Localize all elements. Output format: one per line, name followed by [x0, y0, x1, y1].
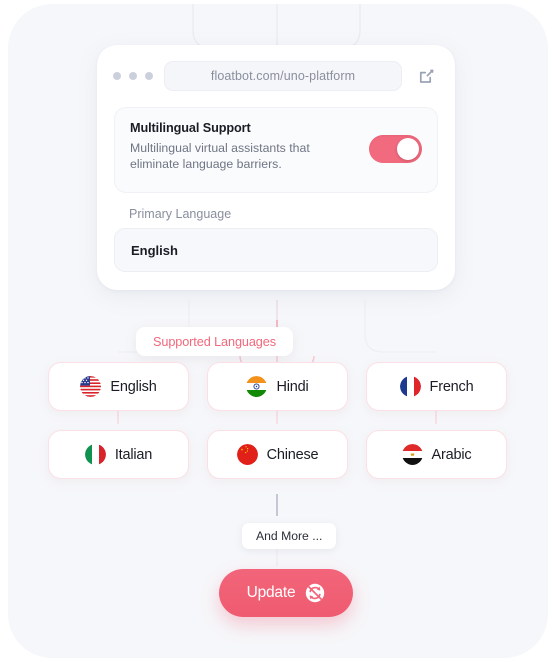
primary-language-value: English	[131, 242, 178, 258]
primary-language-label: Primary Language	[129, 207, 232, 221]
language-card-italian[interactable]: Italian	[48, 430, 189, 479]
window-control-dots	[113, 72, 153, 80]
flag-in-icon	[246, 376, 268, 397]
flag-fr-icon	[399, 376, 421, 397]
language-name: Hindi	[276, 378, 309, 395]
flag-us-icon	[80, 376, 102, 397]
flag-eg-icon	[401, 444, 423, 465]
external-link-icon[interactable]	[413, 63, 439, 89]
app-stage: floatbot.com/uno-platform Multilingual S…	[8, 4, 548, 658]
multilingual-description: Multilingual virtual assistants that eli…	[130, 141, 310, 171]
language-card-french[interactable]: French	[366, 362, 507, 411]
window-dot	[145, 72, 153, 80]
language-card-english[interactable]: English	[48, 362, 189, 411]
primary-language-select[interactable]: English	[114, 228, 438, 272]
supported-languages-label: Supported Languages	[153, 334, 276, 349]
language-card-hindi[interactable]: Hindi	[207, 362, 348, 411]
supported-languages-pill: Supported Languages	[136, 327, 293, 356]
language-name: French	[429, 378, 474, 395]
browser-window-card: floatbot.com/uno-platform Multilingual S…	[97, 45, 455, 290]
language-card-chinese[interactable]: Chinese	[207, 430, 348, 479]
multilingual-toggle[interactable]	[369, 135, 422, 163]
flag-it-icon	[84, 444, 106, 465]
update-label: Update	[246, 584, 296, 601]
multilingual-support-panel: Multilingual Support Multilingual virtua…	[114, 107, 438, 193]
window-dot	[113, 72, 121, 80]
refresh-icon	[304, 583, 325, 604]
url-bar[interactable]: floatbot.com/uno-platform	[164, 61, 402, 91]
language-name: Arabic	[431, 446, 472, 463]
url-text: floatbot.com/uno-platform	[210, 69, 356, 83]
flag-cn-icon	[236, 444, 258, 465]
language-card-arabic[interactable]: Arabic	[366, 430, 507, 479]
language-name: Chinese	[266, 446, 319, 463]
toggle-knob	[397, 138, 419, 160]
browser-toolbar: floatbot.com/uno-platform	[97, 45, 455, 107]
and-more-label: And More ...	[256, 529, 323, 543]
window-dot	[129, 72, 137, 80]
and-more-button[interactable]: And More ...	[242, 523, 337, 549]
multilingual-title: Multilingual Support	[130, 121, 251, 135]
update-button[interactable]: Update	[219, 569, 353, 617]
language-name: Italian	[114, 446, 153, 463]
language-name: English	[110, 378, 157, 395]
